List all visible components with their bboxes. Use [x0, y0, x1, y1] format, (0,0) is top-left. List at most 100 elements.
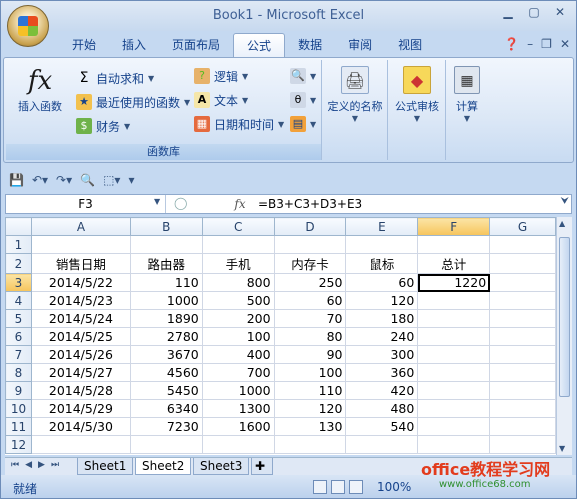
- worksheet-grid[interactable]: A B C D E F G 1 2 销售日期 路由器 手机 内存卡 鼠标 总计 3 2014/5/…: [5, 217, 556, 455]
- formula-bar-handle-icon[interactable]: ◯: [174, 196, 187, 210]
- prev-sheet-icon[interactable]: ◀: [25, 460, 32, 470]
- row-header[interactable]: 12: [5, 435, 32, 454]
- financial-button[interactable]: $ 财务 ▼: [76, 116, 130, 136]
- save-icon[interactable]: 💾: [9, 173, 24, 187]
- cell[interactable]: [417, 291, 491, 310]
- cell[interactable]: [417, 417, 491, 436]
- column-header[interactable]: C: [201, 217, 275, 236]
- cell[interactable]: [345, 435, 419, 454]
- cell[interactable]: [417, 309, 491, 328]
- cell[interactable]: 2014/5/24: [30, 309, 131, 328]
- cell[interactable]: 700: [201, 363, 275, 382]
- cell[interactable]: [417, 345, 491, 364]
- row-header[interactable]: 7: [5, 345, 32, 364]
- cell[interactable]: 2014/5/27: [30, 363, 131, 382]
- cell[interactable]: 120: [273, 399, 347, 418]
- cell[interactable]: [489, 327, 556, 346]
- column-header[interactable]: B: [129, 217, 203, 236]
- cell[interactable]: 1300: [201, 399, 275, 418]
- cell[interactable]: [201, 435, 275, 454]
- column-header[interactable]: E: [345, 217, 419, 236]
- cell[interactable]: 2014/5/28: [30, 381, 131, 400]
- cell[interactable]: 3670: [129, 345, 203, 364]
- next-sheet-icon[interactable]: ▶: [38, 460, 45, 470]
- page-break-view-icon[interactable]: [349, 480, 363, 494]
- minimize-icon[interactable]: ▁: [496, 3, 520, 21]
- cell[interactable]: 总计: [417, 253, 491, 274]
- cell[interactable]: 110: [273, 381, 347, 400]
- name-box-dropdown-icon[interactable]: ▼: [154, 197, 160, 206]
- cell[interactable]: [489, 291, 556, 310]
- zoom-level[interactable]: 100%: [377, 480, 411, 494]
- cell[interactable]: [489, 273, 556, 292]
- column-header[interactable]: A: [30, 217, 131, 236]
- cell[interactable]: [489, 417, 556, 436]
- cell[interactable]: 100: [273, 363, 347, 382]
- defined-names-button[interactable]: 🖨 定义的名称 ▼: [322, 66, 388, 123]
- cell[interactable]: 540: [345, 417, 419, 436]
- cell[interactable]: 鼠标: [345, 253, 419, 274]
- cell[interactable]: 60: [273, 291, 347, 310]
- cell[interactable]: 300: [345, 345, 419, 364]
- cell[interactable]: [417, 363, 491, 382]
- normal-view-icon[interactable]: [313, 480, 327, 494]
- cell[interactable]: [489, 253, 556, 274]
- cell[interactable]: 420: [345, 381, 419, 400]
- cell[interactable]: 2014/5/30: [30, 417, 131, 436]
- tab-insert[interactable]: 插入: [109, 33, 159, 57]
- cell[interactable]: [417, 435, 491, 454]
- autosum-button[interactable]: Σ 自动求和 ▼: [76, 68, 155, 88]
- row-header[interactable]: 3: [5, 273, 32, 292]
- column-header[interactable]: F: [417, 217, 491, 236]
- text-button[interactable]: A 文本 ▼: [194, 90, 248, 110]
- cell[interactable]: [273, 235, 347, 254]
- cell[interactable]: [201, 235, 275, 254]
- cell[interactable]: [417, 235, 491, 254]
- first-sheet-icon[interactable]: ⏮: [11, 460, 19, 470]
- cell[interactable]: [417, 327, 491, 346]
- select-all-corner[interactable]: [5, 217, 32, 236]
- formula-auditing-button[interactable]: ◆ 公式审核 ▼: [388, 66, 446, 123]
- cell[interactable]: [129, 235, 203, 254]
- cell[interactable]: [489, 235, 556, 254]
- calculation-button[interactable]: ▦ 计算 ▼: [446, 66, 488, 123]
- cell[interactable]: 7230: [129, 417, 203, 436]
- cell[interactable]: 120: [345, 291, 419, 310]
- cell[interactable]: 2014/5/26: [30, 345, 131, 364]
- cell[interactable]: [273, 435, 347, 454]
- cell[interactable]: 400: [201, 345, 275, 364]
- row-header[interactable]: 2: [5, 253, 32, 274]
- sheet-tab-sheet1[interactable]: Sheet1: [77, 458, 134, 475]
- cell[interactable]: 200: [201, 309, 275, 328]
- cell[interactable]: 60: [345, 273, 419, 292]
- cell[interactable]: [489, 399, 556, 418]
- row-header[interactable]: 10: [5, 399, 32, 418]
- ribbon-minimize-icon[interactable]: –: [527, 37, 533, 51]
- tab-data[interactable]: 数据: [285, 33, 335, 57]
- recent-functions-button[interactable]: ★ 最近使用的函数 ▼: [76, 92, 190, 112]
- cell[interactable]: [489, 381, 556, 400]
- row-header[interactable]: 8: [5, 363, 32, 382]
- last-sheet-icon[interactable]: ⏭: [51, 460, 59, 470]
- logical-button[interactable]: ? 逻辑 ▼: [194, 66, 248, 86]
- cell[interactable]: 4560: [129, 363, 203, 382]
- insert-sheet-icon[interactable]: ✚: [251, 458, 273, 475]
- row-header[interactable]: 11: [5, 417, 32, 436]
- cell[interactable]: 500: [201, 291, 275, 310]
- scroll-thumb[interactable]: [559, 237, 570, 397]
- cell[interactable]: [345, 235, 419, 254]
- cell[interactable]: [489, 309, 556, 328]
- cell[interactable]: 5450: [129, 381, 203, 400]
- cell[interactable]: [417, 399, 491, 418]
- cell[interactable]: 路由器: [129, 253, 203, 274]
- cell[interactable]: 90: [273, 345, 347, 364]
- cell[interactable]: 480: [345, 399, 419, 418]
- cell[interactable]: 80: [273, 327, 347, 346]
- sheet-tab-sheet2[interactable]: Sheet2: [135, 458, 192, 475]
- active-cell[interactable]: 1220: [417, 273, 491, 292]
- cell[interactable]: 销售日期: [30, 253, 131, 274]
- tab-formulas[interactable]: 公式: [233, 33, 286, 57]
- more-functions-button[interactable]: ▤ ▼: [290, 114, 316, 134]
- ribbon-restore-icon[interactable]: ❐: [541, 37, 552, 51]
- cell[interactable]: [489, 435, 556, 454]
